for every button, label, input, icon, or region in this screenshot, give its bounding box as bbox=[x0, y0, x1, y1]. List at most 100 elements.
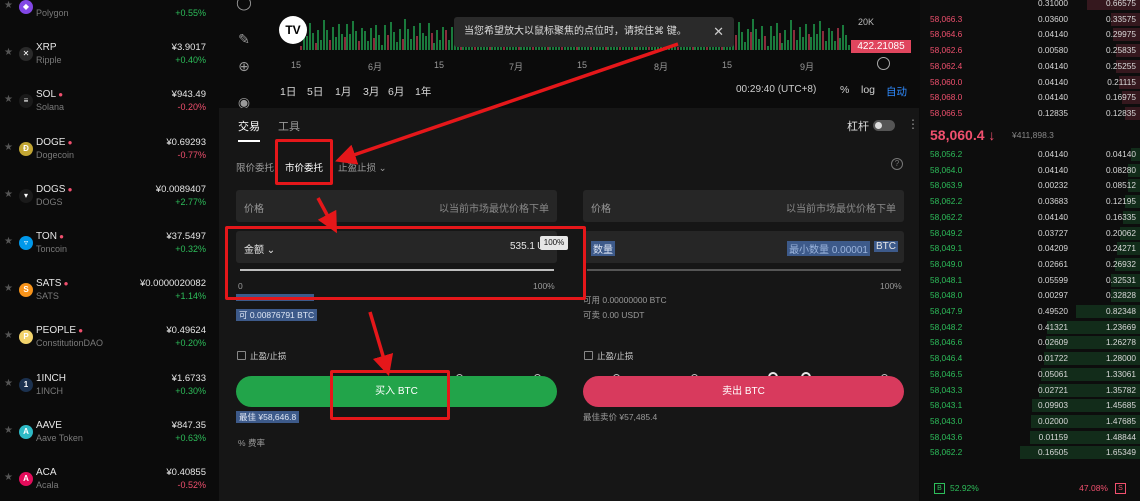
sell-qty-label[interactable]: 数量 bbox=[591, 241, 615, 256]
order-total: 0.12835 bbox=[1106, 107, 1136, 118]
order-book-row[interactable]: 58,046.5 0.05061 1.33061 bbox=[920, 367, 1140, 383]
timeframe-option[interactable]: 1月 bbox=[335, 84, 351, 99]
sell-amount-slider[interactable] bbox=[587, 269, 901, 271]
order-book-row[interactable]: 58,062.2 0.03683 0.12195 bbox=[920, 194, 1140, 210]
star-icon[interactable]: ★ bbox=[4, 47, 13, 58]
zoom-in-icon[interactable]: ⊕ bbox=[234, 56, 254, 76]
star-icon[interactable]: ★ bbox=[4, 472, 13, 483]
tab-tools[interactable]: 工具 bbox=[278, 118, 300, 134]
list-item[interactable]: ★ ▾ DOGS ● DOGS ¥0.0089407 +2.77% bbox=[0, 179, 218, 226]
volume-bar bbox=[842, 25, 845, 50]
order-type-limit[interactable]: 限价委托 bbox=[236, 160, 274, 174]
order-book-row[interactable]: 58,049.0 0.02661 0.26932 bbox=[920, 257, 1140, 273]
order-book-row[interactable]: 58,048.0 0.00297 0.32828 bbox=[920, 288, 1140, 304]
order-book-row[interactable]: 58,062.6 0.00580 0.25835 bbox=[920, 43, 1140, 59]
star-icon[interactable]: ★ bbox=[4, 378, 13, 389]
buy-tpsl-checkbox[interactable] bbox=[237, 351, 246, 360]
order-book-row[interactable]: 58,056.2 0.04140 0.04140 bbox=[920, 147, 1140, 163]
star-icon[interactable]: ★ bbox=[4, 94, 13, 105]
list-item[interactable]: ★ S SATS ● SATS ¥0.0000020082 +1.14% bbox=[0, 273, 218, 320]
buy-price-field[interactable]: 价格 以当前市场最优价格下单 bbox=[236, 190, 557, 222]
order-book-row[interactable]: 58,049.1 0.04209 0.24271 bbox=[920, 241, 1140, 257]
order-book-row[interactable]: 58,043.0 0.02000 1.47685 bbox=[920, 414, 1140, 430]
list-item[interactable]: ★ A AAVE Aave Token ¥847.35 +0.63% bbox=[0, 415, 218, 462]
order-total: 0.32828 bbox=[1106, 290, 1136, 301]
volume-bar bbox=[337, 24, 340, 50]
info-icon[interactable]: ? bbox=[891, 158, 903, 170]
order-book-row[interactable]: 58,048.2 0.41321 1.23669 bbox=[920, 320, 1140, 336]
close-icon[interactable]: ✕ bbox=[713, 17, 724, 47]
order-book-row[interactable]: 58,062.4 0.04140 0.25255 bbox=[920, 59, 1140, 75]
timeframe-option[interactable]: 5日 bbox=[307, 84, 323, 99]
volume-bar bbox=[766, 46, 769, 50]
sell-tpsl-checkbox[interactable] bbox=[584, 351, 593, 360]
list-item[interactable]: ★ A ACA Acala ¥0.40855 -0.52% bbox=[0, 462, 218, 501]
order-book-row[interactable]: 58,048.1 0.05599 0.32531 bbox=[920, 273, 1140, 289]
order-price: 58,066.3 bbox=[930, 13, 963, 24]
pencil-icon[interactable]: ✎ bbox=[234, 29, 254, 49]
star-icon[interactable]: ★ bbox=[4, 142, 13, 153]
order-book-row[interactable]: 58,063.9 0.00232 0.08512 bbox=[920, 178, 1140, 194]
timeframe-option[interactable]: 1年 bbox=[415, 84, 431, 99]
list-item[interactable]: ★ Ð DOGE ● Dogecoin ¥0.69293 -0.77% bbox=[0, 132, 218, 179]
fee-rate-link[interactable]: % 费率 bbox=[238, 437, 265, 449]
timeframe-option[interactable]: 6月 bbox=[388, 84, 404, 99]
list-item[interactable]: ★ ✕ XRP Ripple ¥3.9017 +0.40% bbox=[0, 37, 218, 84]
list-item[interactable]: ★ 1 1INCH 1INCH ¥1.6733 +0.30% bbox=[0, 368, 218, 415]
sell-price-label: 价格 bbox=[591, 204, 611, 215]
coin-name: Solana bbox=[36, 102, 65, 113]
order-book-row[interactable]: 58,064.6 0.04140 0.29975 bbox=[920, 27, 1140, 43]
order-type-tpsl[interactable]: 止盈止损 ⌄ bbox=[338, 160, 387, 174]
circle-tool-icon[interactable]: ◯ bbox=[234, 0, 254, 12]
star-icon[interactable]: ★ bbox=[4, 236, 13, 247]
timeframe-option[interactable]: 3月 bbox=[363, 84, 379, 99]
star-icon[interactable]: ★ bbox=[4, 0, 13, 11]
order-book-row[interactable]: 0.31000 0.66575 bbox=[920, 0, 1140, 12]
order-book-row[interactable]: 58,043.3 0.02721 1.35782 bbox=[920, 383, 1140, 399]
order-qty: 0.02661 bbox=[1038, 258, 1068, 269]
order-book-row[interactable]: 58,049.2 0.03727 0.20062 bbox=[920, 226, 1140, 242]
order-book-row[interactable]: 58,062.2 0.16505 1.65349 bbox=[920, 445, 1140, 461]
list-item[interactable]: ★ ▿ TON ● Toncoin ¥37.5497 +0.32% bbox=[0, 226, 218, 273]
more-menu-icon[interactable]: ⋮ bbox=[907, 117, 919, 131]
leverage-toggle[interactable] bbox=[873, 120, 895, 131]
order-qty: 0.04140 bbox=[1038, 92, 1068, 103]
order-book-row[interactable]: 58,043.6 0.01159 1.48844 bbox=[920, 430, 1140, 446]
volume-bar bbox=[300, 46, 302, 50]
order-book-row[interactable]: 58,046.4 0.01722 1.28000 bbox=[920, 351, 1140, 367]
zoom-hint-tooltip: 当您希望放大以鼠标聚焦的点位时，请按住⌘ 键。 ✕ bbox=[454, 17, 734, 47]
auto-scale-toggle[interactable]: 自动 bbox=[886, 84, 907, 99]
order-book-row[interactable]: 58,066.3 0.03600 0.33575 bbox=[920, 12, 1140, 28]
crosshair-target-icon[interactable] bbox=[877, 57, 890, 70]
buy-tpsl-label[interactable]: 止盈/止损 bbox=[250, 350, 286, 362]
tab-trade[interactable]: 交易 bbox=[238, 118, 260, 142]
order-book-row[interactable]: 58,064.0 0.04140 0.08280 bbox=[920, 163, 1140, 179]
coin-change: +0.63% bbox=[175, 432, 206, 443]
star-icon[interactable]: ★ bbox=[4, 330, 13, 341]
star-icon[interactable]: ★ bbox=[4, 425, 13, 436]
order-book-row[interactable]: 58,060.0 0.04140 0.21115 bbox=[920, 75, 1140, 91]
log-scale-toggle[interactable]: log bbox=[861, 84, 875, 96]
order-book-row[interactable]: 58,047.9 0.49520 0.82348 bbox=[920, 304, 1140, 320]
star-icon[interactable]: ★ bbox=[4, 283, 13, 294]
timeframe-option[interactable]: 1日 bbox=[280, 84, 296, 99]
order-price: 58,047.9 bbox=[930, 306, 963, 316]
annotation-amount-slider-box bbox=[225, 226, 586, 300]
order-book-row[interactable]: 58,062.2 0.04140 0.16335 bbox=[920, 210, 1140, 226]
order-book-row[interactable]: 58,046.6 0.02609 1.26278 bbox=[920, 335, 1140, 351]
list-item[interactable]: ★ P PEOPLE ● ConstitutionDAO ¥0.49624 +0.20% bbox=[0, 320, 218, 367]
order-book-row[interactable]: 58,043.1 0.09903 1.45685 bbox=[920, 398, 1140, 414]
order-book-row[interactable]: 58,066.5 0.12835 0.12835 bbox=[920, 106, 1140, 122]
volume-bar bbox=[795, 40, 798, 50]
volume-bar bbox=[308, 23, 311, 50]
sell-price-field[interactable]: 价格 以当前市场最优价格下单 bbox=[583, 190, 904, 222]
list-item[interactable]: ★ ◆ Polygon +0.55% bbox=[0, 0, 218, 37]
sell-tpsl-label[interactable]: 止盈/止损 bbox=[597, 350, 633, 362]
sell-btc-button[interactable]: 卖出 BTC bbox=[583, 376, 904, 407]
sell-qty-field[interactable]: 数量 最小数量 0.00001 BTC bbox=[583, 231, 904, 263]
order-book-row[interactable]: 58,068.0 0.04140 0.16975 bbox=[920, 90, 1140, 106]
coin-watchlist: ★ ◆ Polygon +0.55% ★ ✕ XRP Ripple ¥3.9017 +0.40% ★… bbox=[0, 0, 218, 501]
list-item[interactable]: ★ ≡ SOL ● Solana ¥943.49 -0.20% bbox=[0, 84, 218, 131]
star-icon[interactable]: ★ bbox=[4, 189, 13, 200]
percent-scale-toggle[interactable]: % bbox=[840, 84, 849, 96]
